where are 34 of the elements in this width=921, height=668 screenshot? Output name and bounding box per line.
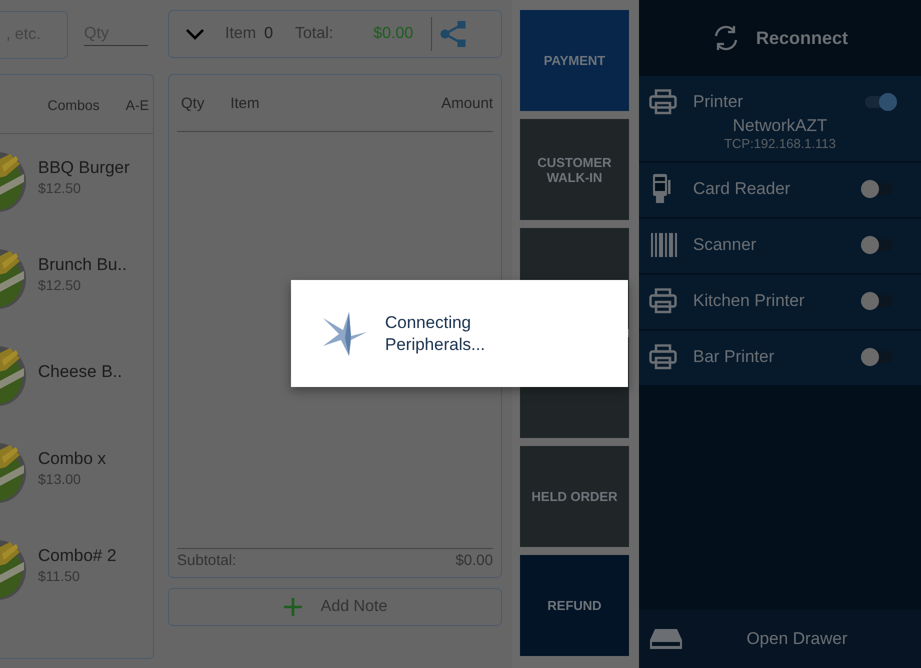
printer-icon	[649, 288, 677, 314]
category-tab[interactable]: A-E	[126, 95, 149, 115]
product-name[interactable]: Cheese B..	[38, 362, 122, 382]
device-address: TCP:192.168.1.113	[724, 136, 836, 151]
product-name[interactable]: Combo x	[38, 449, 106, 469]
device-name: Bar Printer	[693, 347, 776, 367]
product-name[interactable]: Brunch Bu..	[38, 255, 127, 275]
action-button[interactable]: PAYMENT	[520, 10, 629, 111]
item-count: 0	[264, 25, 274, 43]
device-name: Scanner	[693, 235, 758, 255]
printer-icon	[649, 89, 677, 115]
device-detail: NetworkAZT	[732, 116, 828, 136]
chevron-down-icon[interactable]	[185, 28, 205, 40]
column-header: Amount	[441, 94, 493, 112]
drawer-icon	[649, 628, 683, 650]
open-drawer-button[interactable]: Open Drawer	[639, 610, 921, 668]
total-amount: $0.00	[373, 25, 414, 43]
action-button[interactable]: HELD ORDER	[520, 446, 629, 547]
device-name: Printer	[693, 92, 744, 112]
product-name[interactable]: Combo# 2	[38, 546, 116, 566]
action-button[interactable]: CUSTOMER WALK-IN	[520, 119, 629, 220]
dialog-message: Connecting Peripherals...	[385, 312, 486, 355]
barcode-icon	[649, 233, 677, 257]
column-header: Item	[230, 94, 260, 112]
plus-icon	[282, 597, 303, 617]
action-button[interactable]: REFUND	[520, 555, 629, 656]
category-tab[interactable]: Combos	[48, 95, 100, 115]
star-logo-icon	[321, 310, 369, 358]
printer-icon	[649, 344, 677, 370]
product-name[interactable]: BBQ Burger	[38, 158, 130, 178]
column-header: Qty	[181, 94, 204, 112]
device-name: Kitchen Printer	[693, 291, 806, 311]
reconnect-button[interactable]: Reconnect	[639, 0, 921, 76]
device-name: Card Reader	[693, 179, 792, 199]
